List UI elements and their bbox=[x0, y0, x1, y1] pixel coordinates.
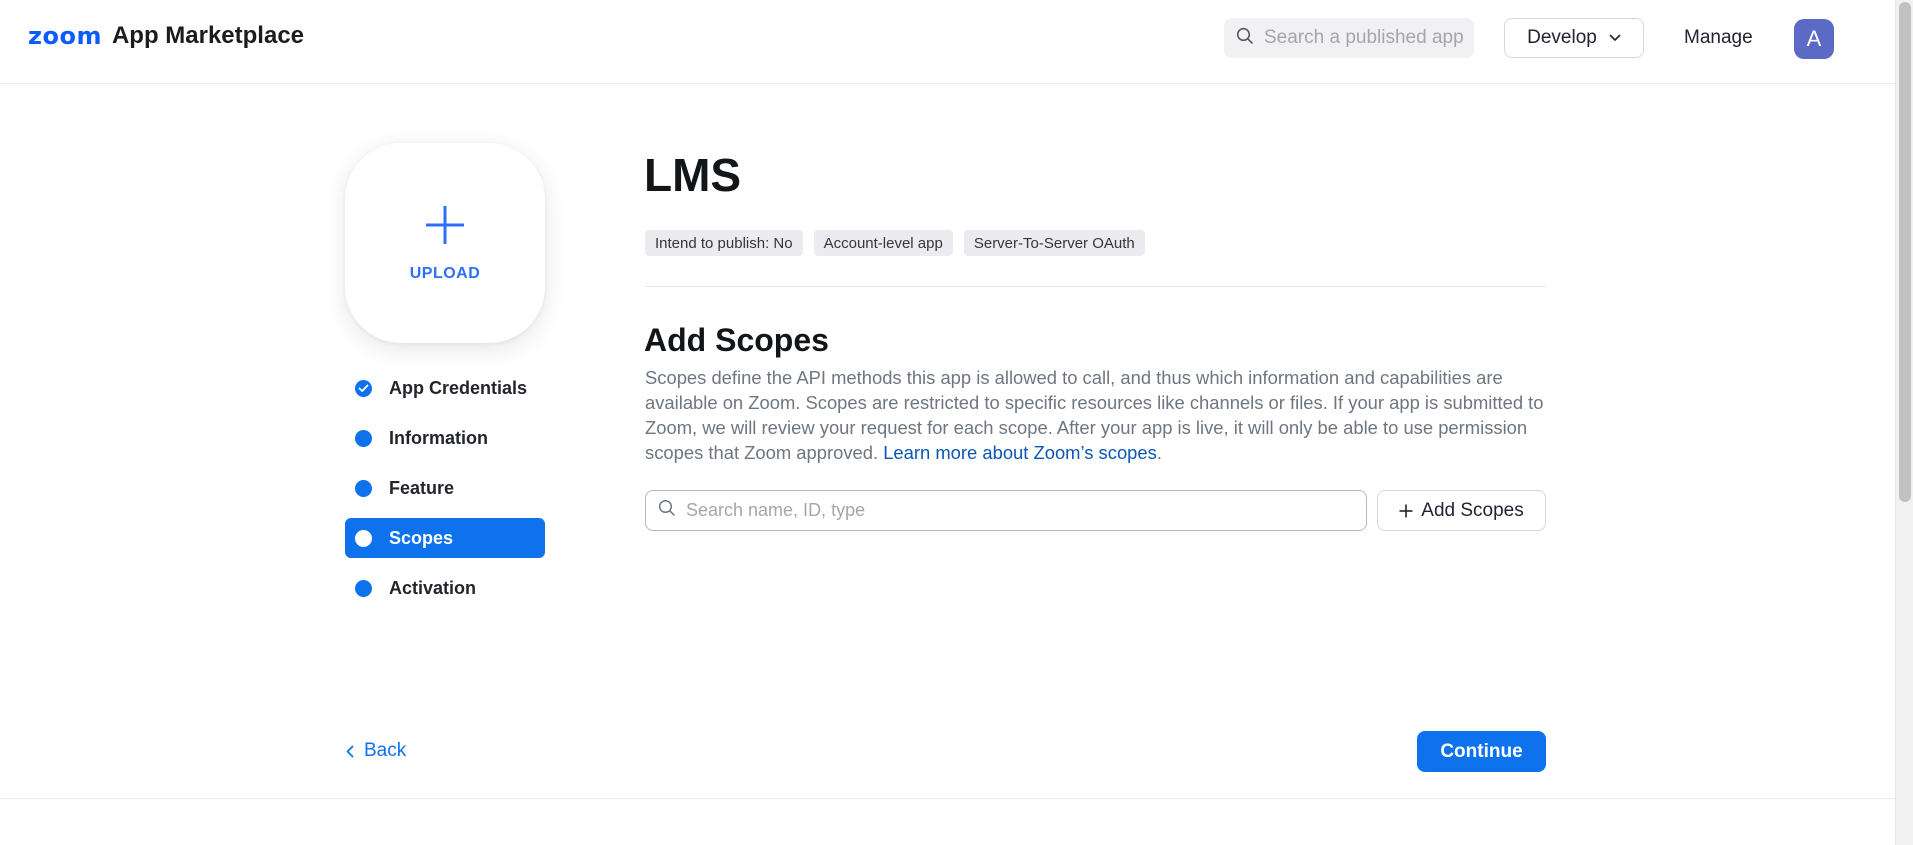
step-dot-icon bbox=[355, 479, 372, 497]
develop-label: Develop bbox=[1527, 27, 1597, 48]
sidebar-item-scopes[interactable]: Scopes bbox=[345, 518, 545, 558]
chevron-down-icon bbox=[1609, 34, 1621, 42]
footer-divider bbox=[0, 798, 1895, 799]
plus-icon bbox=[424, 204, 466, 251]
search-icon bbox=[658, 499, 676, 522]
sidebar-item-activation[interactable]: Activation bbox=[345, 568, 545, 608]
setup-steps-nav: App Credentials Information Feature Scop… bbox=[345, 368, 545, 618]
app-tags: Intend to publish: No Account-level app … bbox=[645, 230, 1156, 256]
upload-app-icon-button[interactable]: UPLOAD bbox=[345, 143, 545, 343]
tag-publish-intent: Intend to publish: No bbox=[645, 230, 803, 256]
sidebar-item-label: App Credentials bbox=[389, 377, 528, 398]
add-scopes-button[interactable]: Add Scopes bbox=[1377, 490, 1546, 531]
continue-button[interactable]: Continue bbox=[1417, 731, 1546, 772]
brand-logo[interactable]: zoom App Marketplace bbox=[28, 22, 304, 50]
step-dot-icon bbox=[355, 579, 372, 597]
upload-label: UPLOAD bbox=[409, 264, 481, 282]
avatar[interactable]: A bbox=[1794, 19, 1834, 59]
learn-more-link[interactable]: Learn more about Zoom’s scopes bbox=[883, 442, 1157, 463]
scope-search-input[interactable] bbox=[686, 500, 1346, 521]
sidebar-item-app-credentials[interactable]: App Credentials bbox=[345, 368, 545, 408]
search-icon bbox=[1236, 27, 1254, 50]
plus-icon bbox=[1399, 504, 1413, 518]
header-search-box[interactable] bbox=[1224, 18, 1474, 58]
sidebar-item-label: Activation bbox=[389, 577, 477, 598]
scrollbar-thumb[interactable] bbox=[1899, 2, 1911, 502]
back-label: Back bbox=[364, 740, 407, 761]
tag-app-level: Account-level app bbox=[813, 230, 953, 256]
tag-app-type: Server-To-Server OAuth bbox=[963, 230, 1145, 256]
zoom-logo: zoom bbox=[28, 22, 102, 50]
check-icon bbox=[355, 379, 372, 397]
develop-dropdown[interactable]: Develop bbox=[1504, 18, 1644, 58]
sidebar-item-label: Feature bbox=[389, 477, 455, 498]
step-dot-icon bbox=[355, 429, 372, 447]
page-scrollbar[interactable] bbox=[1895, 0, 1913, 845]
header-search-input[interactable] bbox=[1264, 27, 1464, 49]
app-marketplace-title: App Marketplace bbox=[111, 22, 305, 49]
section-title: Add Scopes bbox=[644, 322, 829, 358]
scopes-description: Scopes define the API methods this app i… bbox=[645, 365, 1545, 465]
manage-link[interactable]: Manage bbox=[1684, 27, 1753, 49]
sidebar-item-label: Information bbox=[389, 427, 488, 448]
scope-search-box[interactable] bbox=[645, 490, 1367, 531]
step-dot-icon bbox=[355, 529, 372, 547]
app-title: LMS bbox=[644, 149, 742, 201]
top-header: zoom App Marketplace Develop Manage A bbox=[0, 0, 1895, 84]
divider bbox=[645, 286, 1546, 287]
description-suffix: . bbox=[1156, 442, 1162, 463]
sidebar-item-label: Scopes bbox=[389, 527, 454, 548]
add-scopes-label: Add Scopes bbox=[1421, 499, 1524, 521]
sidebar-item-information[interactable]: Information bbox=[345, 418, 545, 458]
chevron-left-icon bbox=[346, 745, 354, 758]
sidebar-item-feature[interactable]: Feature bbox=[345, 468, 545, 508]
back-button[interactable]: Back bbox=[346, 740, 406, 762]
